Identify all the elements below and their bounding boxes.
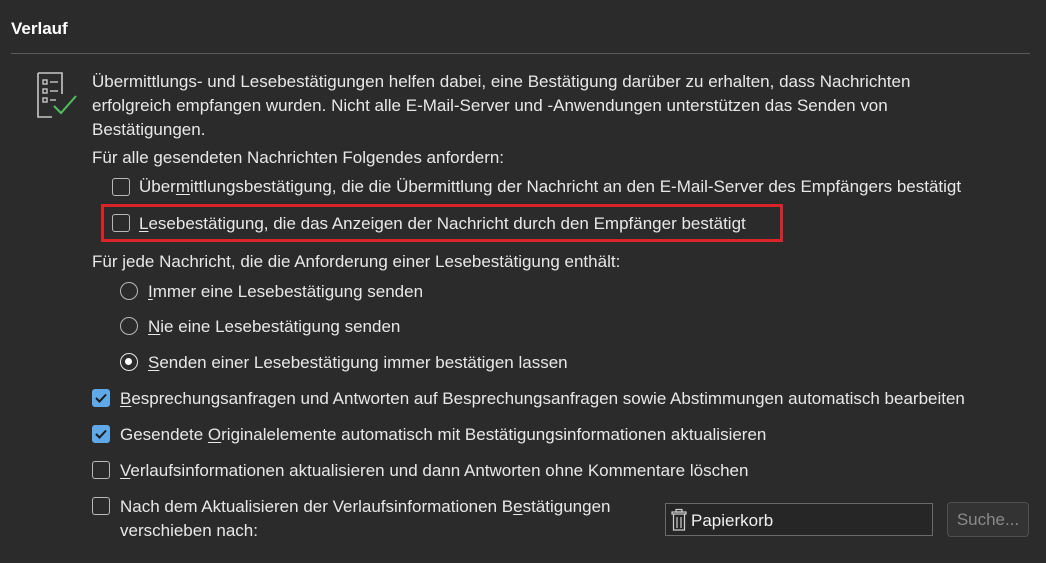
label-part: ie eine Lesebestätigung senden [160,317,401,336]
delete-replies-checkbox[interactable] [92,461,110,479]
checkbox-box[interactable] [92,389,110,407]
checkbox-box[interactable] [92,461,110,479]
move-receipts-label[interactable]: Nach dem Aktualisieren der Verlaufsinfor… [120,497,610,517]
label-part: Über [139,177,176,196]
checkbox-box[interactable] [112,178,130,196]
meetings-checkbox[interactable] [92,389,110,407]
checklist-icon [34,70,80,120]
update-sent-checkbox[interactable] [92,425,110,443]
request-heading: Für alle gesendeten Nachrichten Folgende… [92,148,505,167]
move-receipts-label-line2[interactable]: verschieben nach: [120,521,258,541]
trash-icon [670,508,688,537]
move-receipts-checkbox[interactable] [92,497,110,515]
checkbox-box[interactable] [92,497,110,515]
delete-replies-label[interactable]: Verlaufsinformationen aktualisieren und … [120,461,748,481]
label-part: riginalelemente automatisch mit Bestätig… [221,425,767,444]
label-part: mmer eine Lesebestätigung senden [152,282,424,301]
checkbox-box[interactable] [92,425,110,443]
delivery-receipt-label[interactable]: Übermittlungsbestätigung, die die Übermi… [139,177,961,197]
label-part: Gesendete [120,425,208,444]
radio-ask-each-time-label[interactable]: Senden einer Lesebestätigung immer bestä… [148,353,568,373]
label-part: esebestätigung, die das Anzeigen der Nac… [148,214,746,233]
radio-never-send[interactable] [120,317,138,335]
access-key: m [175,177,191,196]
update-sent-label[interactable]: Gesendete Originalelemente automatisch m… [120,425,766,445]
browse-button[interactable]: Suche... [947,502,1029,537]
radio-never-send-label[interactable]: Nie eine Lesebestätigung senden [148,317,400,337]
read-receipt-label[interactable]: Lesebestätigung, die das Anzeigen der Na… [139,214,746,234]
intro-line: erfolgreich empfangen wurden. Nicht alle… [92,96,888,115]
access-key: V [120,461,131,480]
label-part: ittlungsbestätigung, die die Übermittlun… [190,177,962,196]
radio-always-send-label[interactable]: Immer eine Lesebestätigung senden [148,282,423,302]
access-key: N [148,317,161,336]
section-title: Verlauf [11,19,68,38]
label-part: erlaufsinformationen aktualisieren und d… [130,461,749,480]
intro-line: Bestätigungen. [92,120,206,139]
radio-always-send[interactable] [120,282,138,300]
meetings-label[interactable]: Besprechungsanfragen und Antworten auf B… [120,389,965,409]
intro-line: Übermittlungs- und Lesebestätigungen hel… [92,72,911,91]
access-key: O [207,425,222,444]
label-part: stätigungen [522,497,611,516]
checkbox-box[interactable] [112,214,130,232]
read-receipt-checkbox[interactable] [112,214,130,232]
delivery-receipt-checkbox[interactable] [112,178,130,196]
folder-value: Papierkorb [691,511,774,530]
label-part: enden einer Lesebestätigung immer bestät… [159,353,568,372]
label-part: Nach dem Aktualisieren der Verlaufsinfor… [120,497,514,516]
folder-field[interactable]: Papierkorb [665,503,933,536]
access-key: B [120,389,132,408]
intro-text: Übermittlungs- und Lesebestätigungen hel… [92,70,992,142]
radio-ask-each-time[interactable] [120,353,138,371]
label-part: esprechungsanfragen und Antworten auf Be… [131,389,965,408]
section-divider [11,53,1030,54]
response-heading: Für jede Nachricht, die die Anforderung … [92,252,621,271]
access-key: S [148,353,160,372]
access-key: e [513,497,523,516]
